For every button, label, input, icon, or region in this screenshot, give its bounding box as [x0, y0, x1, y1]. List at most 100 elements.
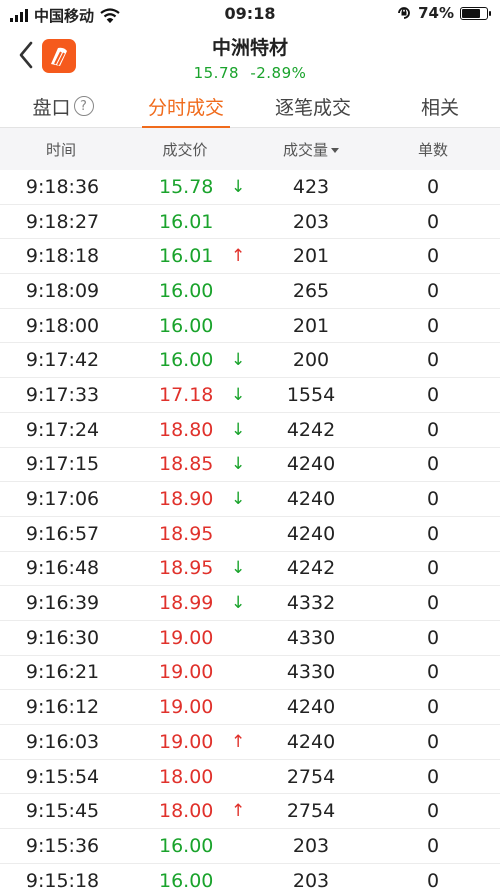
trade-count: 0 [426, 245, 440, 268]
trade-time: 9:18:27 [25, 210, 100, 233]
trade-price-cell: 16.00 ↓ [122, 349, 248, 371]
trade-price-cell: 18.85 ↓ [122, 453, 248, 475]
table-row[interactable]: 9:15:36 16.00 203 0 [0, 829, 500, 864]
trade-count: 0 [426, 592, 440, 615]
header-price[interactable]: 成交价 [122, 139, 248, 160]
header-count[interactable]: 单数 [374, 139, 492, 160]
trade-count: 0 [426, 488, 440, 511]
table-row[interactable]: 9:18:00 16.00 201 0 [0, 309, 500, 344]
trade-time: 9:17:15 [25, 453, 100, 476]
table-row[interactable]: 9:18:09 16.00 265 0 [0, 274, 500, 309]
table-row[interactable]: 9:18:18 16.01 ↑ 201 0 [0, 239, 500, 275]
trade-volume: 423 [292, 175, 330, 198]
trade-volume: 4240 [286, 696, 336, 719]
trade-list[interactable]: 9:18:36 15.78 ↓ 423 0 9:18:27 16.01 203 0 9:18:18… [0, 170, 500, 889]
trade-volume: 2754 [286, 765, 336, 788]
trade-price-cell: 18.80 ↓ [122, 419, 248, 441]
trade-price-cell: 15.78 ↓ [122, 176, 248, 198]
table-row[interactable]: 9:17:24 18.80 ↓ 4242 0 [0, 413, 500, 448]
trade-price: 18.85 [159, 453, 214, 476]
trade-volume: 4330 [286, 661, 336, 684]
trade-volume: 4240 [286, 522, 336, 545]
trade-time: 9:17:06 [25, 488, 100, 511]
table-row[interactable]: 9:16:57 18.95 4240 0 [0, 517, 500, 552]
table-row[interactable]: 9:17:06 18.90 ↓ 4240 0 [0, 482, 500, 517]
header-volume-label: 成交量 [282, 140, 328, 159]
stock-quote: 15.78 -2.89% [0, 64, 500, 82]
trade-volume: 4240 [286, 453, 336, 476]
table-row[interactable]: 9:18:36 15.78 ↓ 423 0 [0, 170, 500, 205]
trade-time: 9:16:03 [25, 730, 100, 753]
trade-price: 18.95 [159, 557, 214, 580]
trade-count: 0 [426, 210, 440, 233]
battery-icon [460, 6, 491, 20]
header-volume[interactable]: 成交量 [248, 139, 374, 160]
trade-price: 19.00 [159, 661, 214, 684]
trade-price: 17.18 [159, 383, 214, 406]
trade-time: 9:15:54 [25, 765, 100, 788]
trade-count: 0 [426, 175, 440, 198]
trade-time: 9:17:33 [25, 383, 100, 406]
tab-tick-trades[interactable]: 逐笔成交 [246, 84, 380, 128]
nav-bar: 中洲特材 15.78 -2.89% [0, 30, 500, 84]
table-row[interactable]: 9:15:18 16.00 203 0 [0, 864, 500, 889]
stock-name: 中洲特材 [211, 37, 288, 59]
trade-price: 18.80 [159, 418, 214, 441]
trade-count: 0 [426, 279, 440, 302]
table-row[interactable]: 9:16:12 19.00 4240 0 [0, 690, 500, 725]
table-row[interactable]: 9:15:54 18.00 2754 0 [0, 760, 500, 795]
table-row[interactable]: 9:15:45 18.00 ↑ 2754 0 [0, 794, 500, 830]
trade-time: 9:16:57 [25, 522, 100, 545]
tab-label: 相关 [420, 96, 459, 119]
arrow-up-icon: ↑ [231, 731, 246, 752]
arrow-down-icon: ↓ [231, 384, 246, 405]
trade-count: 0 [426, 765, 440, 788]
tab-label: 盘口 [32, 96, 71, 119]
trade-count: 0 [426, 869, 440, 889]
trade-price: 16.00 [159, 349, 214, 372]
table-row[interactable]: 9:16:21 19.00 4330 0 [0, 656, 500, 691]
tab-related[interactable]: 相关 [380, 84, 500, 128]
trade-volume: 4242 [286, 557, 336, 580]
trade-price: 16.01 [159, 245, 214, 268]
trade-time: 9:17:24 [25, 418, 100, 441]
trade-price: 16.00 [159, 279, 214, 302]
arrow-down-icon: ↓ [231, 489, 246, 510]
tab-label: 逐笔成交 [274, 96, 351, 119]
trade-price-cell: 19.00 [122, 696, 248, 718]
table-row[interactable]: 9:17:33 17.18 ↓ 1554 0 [0, 378, 500, 413]
trade-price-cell: 18.95 ↓ [122, 557, 248, 579]
trade-price-cell: 18.00 ↑ [122, 800, 248, 822]
trade-volume: 201 [292, 245, 330, 268]
table-row[interactable]: 9:17:15 18.85 ↓ 4240 0 [0, 448, 500, 483]
trade-price: 16.00 [159, 869, 214, 889]
table-row[interactable]: 9:16:03 19.00 ↑ 4240 0 [0, 725, 500, 760]
table-row[interactable]: 9:16:39 18.99 ↓ 4332 0 [0, 586, 500, 621]
trade-count: 0 [426, 557, 440, 580]
trade-price-cell: 18.90 ↓ [122, 488, 248, 510]
table-row[interactable]: 9:16:48 18.95 ↓ 4242 0 [0, 552, 500, 587]
tab-time-trades[interactable]: 分时成交 [126, 84, 246, 128]
trade-price-cell: 19.00 [122, 661, 248, 683]
header-time[interactable]: 时间 [0, 139, 122, 160]
table-row[interactable]: 9:16:30 19.00 4330 0 [0, 621, 500, 656]
arrow-up-icon: ↑ [231, 801, 246, 822]
trade-price: 15.78 [159, 175, 214, 198]
trade-price: 19.00 [159, 730, 214, 753]
arrow-down-icon: ↓ [231, 454, 246, 475]
trade-price: 16.00 [159, 834, 214, 857]
trade-time: 9:15:36 [25, 834, 100, 857]
trade-price: 18.00 [159, 800, 214, 823]
table-row[interactable]: 9:18:27 16.01 203 0 [0, 205, 500, 240]
trade-price-cell: 16.01 [122, 211, 248, 233]
trade-volume: 203 [292, 834, 330, 857]
trade-price-cell: 19.00 [122, 627, 248, 649]
tab-order-book[interactable]: 盘口 ? [0, 84, 126, 128]
trade-price: 19.00 [159, 626, 214, 649]
trade-price: 18.99 [159, 592, 214, 615]
table-row[interactable]: 9:17:42 16.00 ↓ 200 0 [0, 343, 500, 379]
trade-time: 9:16:39 [25, 592, 100, 615]
trade-volume: 201 [292, 314, 330, 337]
help-icon[interactable]: ? [73, 96, 94, 116]
trade-volume: 2754 [286, 800, 336, 823]
